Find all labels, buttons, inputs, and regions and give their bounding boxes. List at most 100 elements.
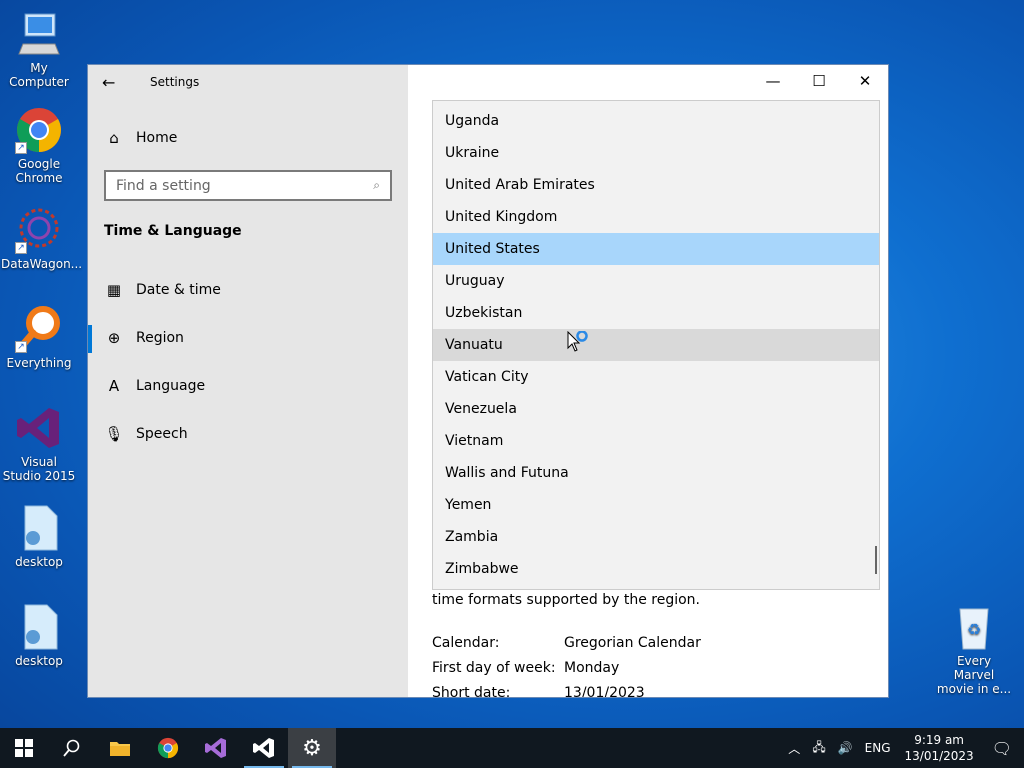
- taskbar-visual-studio[interactable]: [192, 728, 240, 768]
- dropdown-item[interactable]: United States: [433, 233, 879, 265]
- nav-date-time[interactable]: ▦ Date & time: [104, 275, 221, 305]
- search-icon: [63, 739, 80, 757]
- nav-region[interactable]: ⊕ Region: [104, 323, 184, 353]
- dropdown-item[interactable]: United Kingdom: [433, 201, 879, 233]
- dropdown-item[interactable]: United Arab Emirates: [433, 169, 879, 201]
- folder-icon: [110, 742, 130, 756]
- dropdown-item[interactable]: Vanuatu: [433, 329, 879, 361]
- desktop-icon-recycle-bin[interactable]: ♻ Every Marvel movie in e...: [936, 603, 1012, 696]
- windows-logo-icon: [15, 739, 33, 757]
- nav-language-label: Language: [136, 378, 206, 394]
- desktop-icon-desktop-1[interactable]: desktop: [1, 504, 77, 569]
- desktop-icon-label: DataWagon...: [1, 257, 83, 271]
- dropdown-item[interactable]: Uganda: [433, 105, 879, 137]
- file-icon: [15, 603, 63, 651]
- volume-icon[interactable]: 🔊: [838, 741, 853, 755]
- calendar-clock-icon: ▦: [106, 281, 122, 299]
- computer-icon: [15, 10, 63, 58]
- dropdown-item[interactable]: Vatican City: [433, 361, 879, 393]
- country-dropdown-list[interactable]: Uganda Ukraine United Arab Emirates United …: [432, 100, 880, 590]
- close-icon: ✕: [858, 72, 872, 90]
- minimize-icon: —: [765, 72, 781, 90]
- clock[interactable]: 9:19 am 13/01/2023: [905, 732, 974, 764]
- info-row-calendar: Calendar: Gregorian Calendar: [432, 635, 701, 651]
- taskbar-settings[interactable]: ⚙: [288, 728, 336, 768]
- start-button[interactable]: [0, 728, 48, 768]
- maximize-button[interactable]: ☐: [796, 65, 842, 97]
- visual-studio-icon: [15, 404, 63, 452]
- chevron-up-icon[interactable]: ︿: [788, 740, 800, 757]
- desktop-icon-google-chrome[interactable]: ↗ Google Chrome: [1, 106, 77, 185]
- desktop-icon-label: Google Chrome: [15, 157, 63, 185]
- visual-studio-icon: [253, 738, 274, 758]
- gear-icon: ⚙: [302, 735, 322, 761]
- search-input[interactable]: Find a setting ⌕: [104, 170, 392, 201]
- desktop-icon-datawagon[interactable]: ↗ DataWagon...: [1, 206, 83, 271]
- dropdown-items: Uganda Ukraine United Arab Emirates United …: [433, 101, 879, 585]
- taskbar-chrome[interactable]: [144, 728, 192, 768]
- taskbar: ⚙ ︿ 🖧 🔊 ENG 9:19 am 13/01/2023 🗨: [0, 728, 1024, 768]
- search-button[interactable]: [48, 728, 96, 768]
- nav-speech[interactable]: 🎙 Speech: [104, 419, 188, 449]
- nav-language[interactable]: A Language: [104, 371, 205, 401]
- info-value: 13/01/2023: [564, 685, 645, 698]
- search-icon: ⌕: [373, 178, 380, 192]
- home-icon: ⌂: [109, 129, 119, 147]
- desktop-icon-desktop-2[interactable]: desktop: [1, 603, 77, 668]
- info-value: Monday: [564, 660, 620, 676]
- close-button[interactable]: ✕: [842, 65, 888, 97]
- datawagon-icon: ↗: [15, 206, 63, 254]
- language-icon: A: [108, 377, 120, 395]
- info-key: Short date:: [432, 685, 511, 698]
- nav-region-label: Region: [136, 330, 184, 346]
- dropdown-item[interactable]: Yemen: [433, 489, 879, 521]
- scrollbar-thumb[interactable]: [875, 546, 877, 574]
- desktop-icon-label: desktop: [15, 555, 63, 569]
- dropdown-item[interactable]: Uruguay: [433, 265, 879, 297]
- info-value: Gregorian Calendar: [564, 635, 701, 651]
- network-icon[interactable]: 🖧: [812, 738, 825, 759]
- shortcut-arrow-icon: ↗: [15, 341, 27, 353]
- dropdown-item[interactable]: Zambia: [433, 521, 879, 553]
- dropdown-item[interactable]: Vietnam: [433, 425, 879, 457]
- nav-speech-label: Speech: [136, 426, 188, 442]
- clock-time: 9:19 am: [914, 733, 964, 747]
- desktop-icon-visual-studio[interactable]: Visual Studio 2015: [1, 404, 77, 483]
- notification-icon[interactable]: 🗨: [992, 739, 1012, 758]
- active-indicator: [88, 325, 92, 353]
- chrome-icon: ↗: [15, 106, 63, 154]
- settings-window: ← Settings ⌂ Home Find a setting ⌕ Time …: [87, 64, 889, 698]
- nav-home-label: Home: [136, 130, 178, 146]
- desktop-icon-everything[interactable]: ↗ Everything: [1, 305, 77, 370]
- globe-icon: ⊕: [107, 329, 121, 347]
- file-icon: [15, 504, 63, 552]
- desktop-icon-label: Every Marvel movie in e...: [936, 654, 1012, 696]
- recycle-bin-icon: ♻: [950, 603, 998, 651]
- nav-home[interactable]: ⌂ Home: [104, 123, 177, 153]
- visual-studio-icon: [205, 738, 226, 758]
- desktop-icon-label: Everything: [6, 356, 72, 370]
- settings-sidebar: ← Settings ⌂ Home Find a setting ⌕ Time …: [88, 65, 408, 697]
- taskbar-visual-studio-code[interactable]: [240, 728, 288, 768]
- clock-date: 13/01/2023: [904, 749, 974, 763]
- dropdown-item[interactable]: Ukraine: [433, 137, 879, 169]
- dropdown-item[interactable]: Zimbabwe: [433, 553, 879, 585]
- desktop-icon-label: Visual Studio 2015: [2, 455, 76, 483]
- dropdown-item[interactable]: Uzbekistan: [433, 297, 879, 329]
- language-indicator[interactable]: ENG: [865, 741, 891, 755]
- chrome-icon: [157, 737, 179, 759]
- dropdown-item[interactable]: Venezuela: [433, 393, 879, 425]
- shortcut-arrow-icon: ↗: [15, 142, 27, 154]
- section-title: Time & Language: [104, 223, 242, 239]
- desktop-icon-label: desktop: [15, 654, 63, 668]
- desktop-icon-label: My Computer: [9, 61, 69, 89]
- taskbar-file-explorer[interactable]: [96, 728, 144, 768]
- back-arrow-icon[interactable]: ←: [102, 73, 122, 93]
- dropdown-item[interactable]: Wallis and Futuna: [433, 457, 879, 489]
- info-row-short-date: Short date: 13/01/2023: [432, 685, 645, 698]
- desktop-icon-my-computer[interactable]: My Computer: [1, 10, 77, 89]
- nav-date-time-label: Date & time: [136, 282, 221, 298]
- info-row-first-day: First day of week: Monday: [432, 660, 619, 676]
- microphone-icon: 🎙: [104, 425, 124, 443]
- minimize-button[interactable]: —: [750, 65, 796, 97]
